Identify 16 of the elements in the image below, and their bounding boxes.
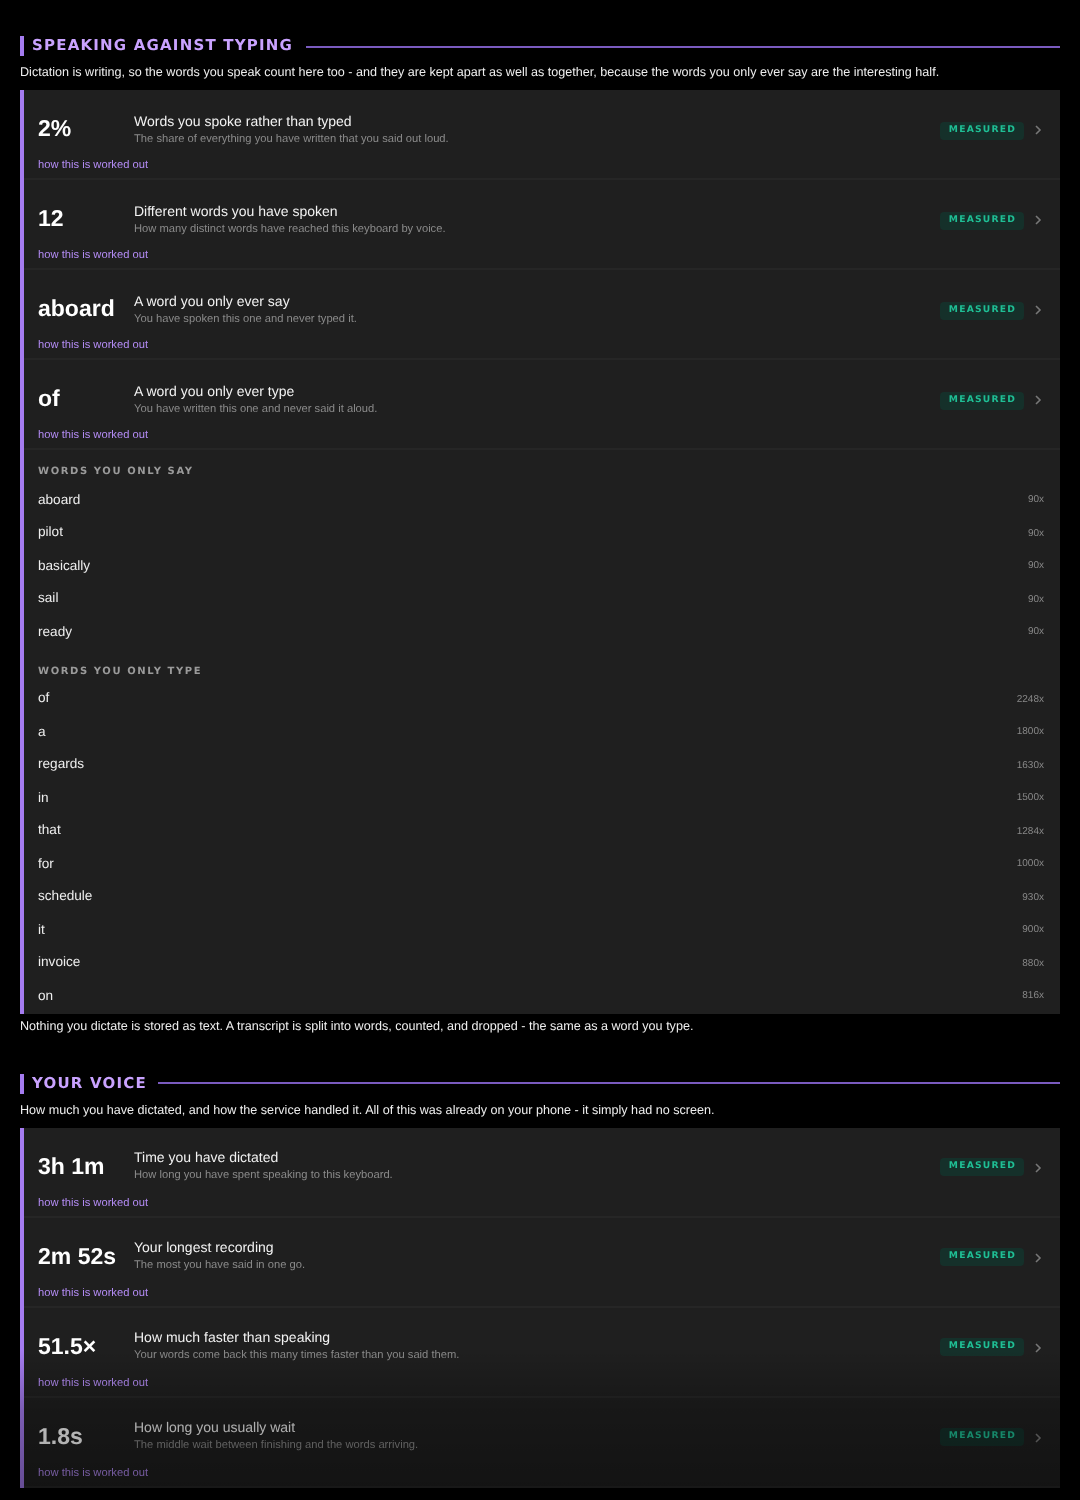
stat-value: 12 <box>38 208 66 232</box>
stat-value: 3h 1m <box>38 1155 107 1179</box>
chevron-right-icon <box>1032 1251 1044 1263</box>
stat-value: 2m 52s <box>38 1245 119 1269</box>
chevron-right-icon <box>1032 1341 1044 1353</box>
stat-value: aboard <box>38 298 117 322</box>
chevron-right-icon <box>1032 394 1044 406</box>
chevron-right-icon <box>1032 1161 1044 1173</box>
stat-value: 1.8s <box>38 1425 85 1449</box>
chevron-right-icon <box>1032 124 1044 136</box>
stat-value: of <box>38 388 62 412</box>
chevron-right-icon <box>1032 214 1044 226</box>
stat-value: 2% <box>38 118 74 142</box>
chevron-right-icon <box>1032 304 1044 316</box>
chevron-right-icon <box>1032 1431 1044 1443</box>
stat-value: 51.5× <box>38 1335 99 1359</box>
